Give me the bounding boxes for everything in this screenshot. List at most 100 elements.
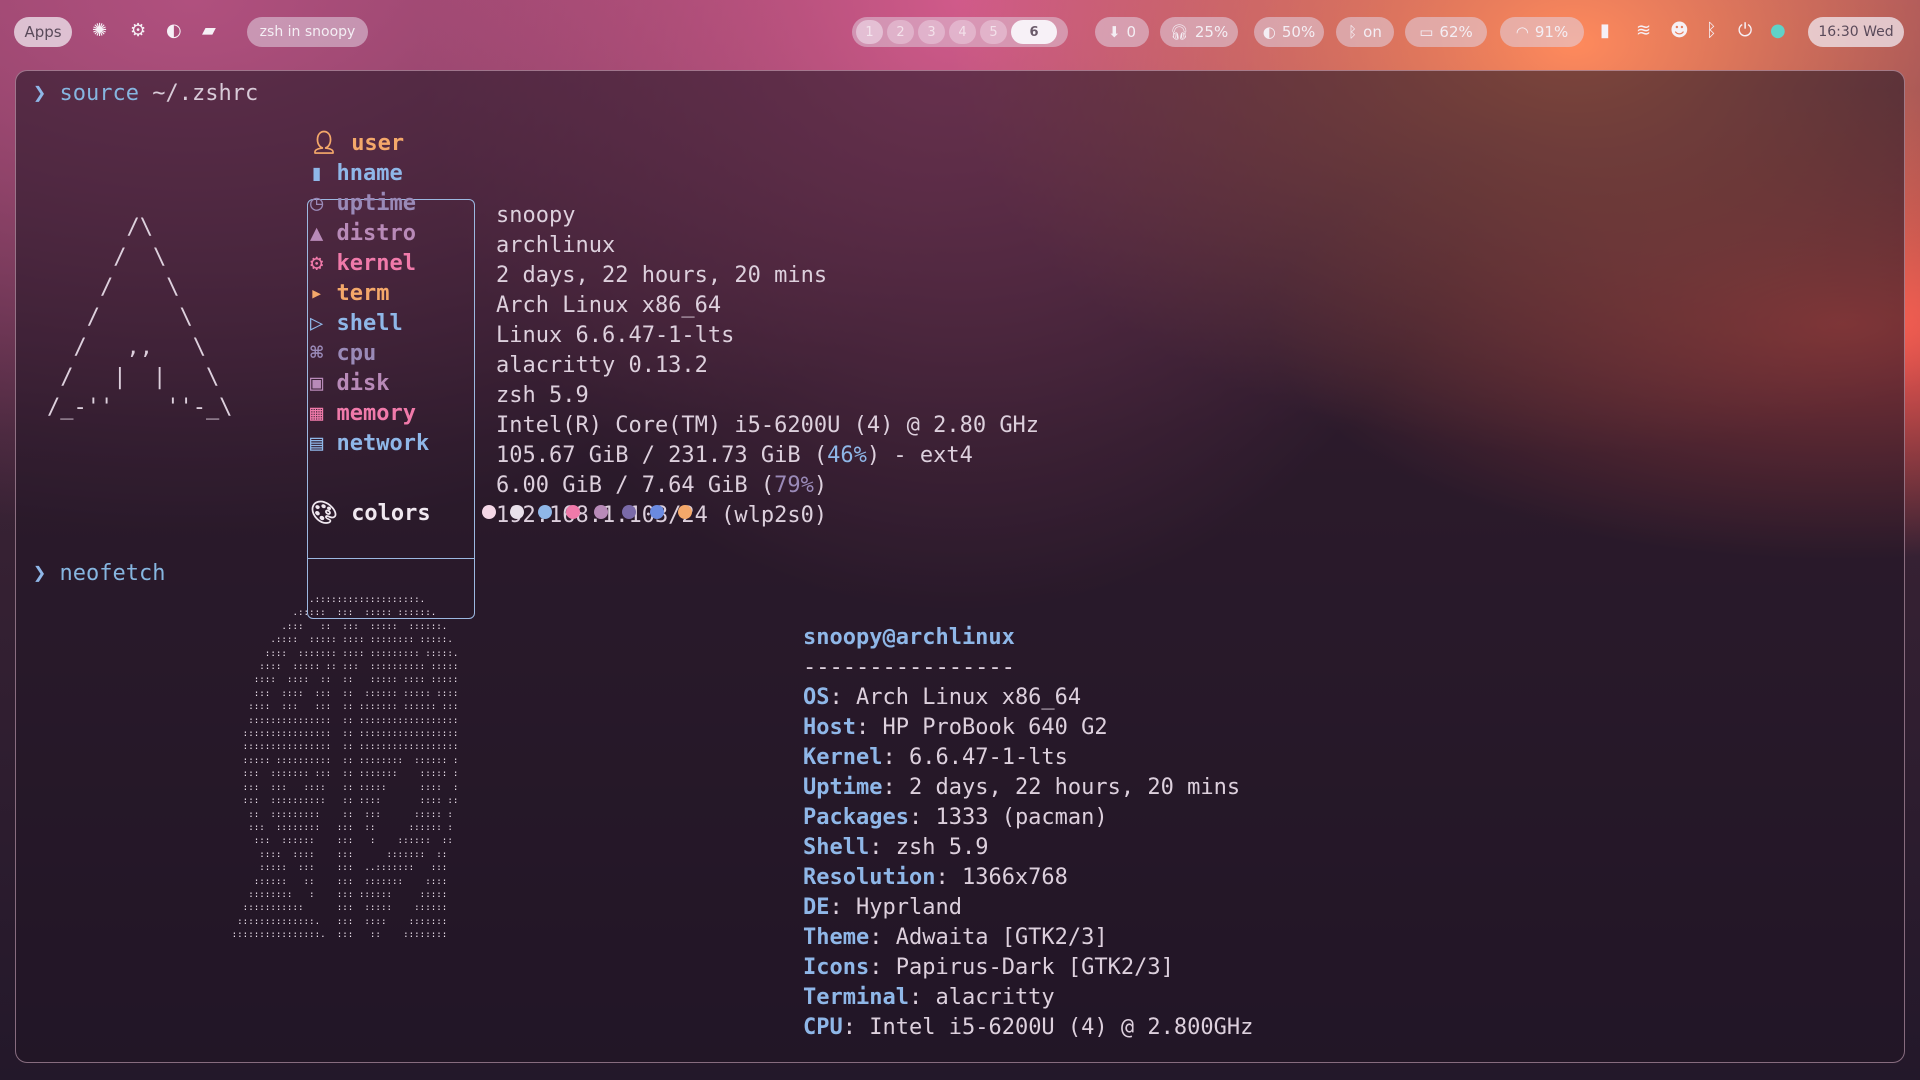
- workspace-1[interactable]: 1: [856, 20, 883, 44]
- neofetch-row-resolution: Resolution: 1366x768: [803, 865, 1068, 890]
- apps-button[interactable]: Apps: [14, 17, 72, 47]
- colors-label: colors: [351, 501, 431, 526]
- terminal-window[interactable]: ❯ source ~/.zshrc /\ / \ / \ / \ / ,, \ …: [15, 70, 1905, 1063]
- night-light-icon[interactable]: ◐: [166, 20, 182, 41]
- disk-text: 105.67 GiB / 231.73 GiB (: [496, 443, 828, 468]
- neofetch-row-kernel: Kernel: 6.6.47-1-lts: [803, 745, 1068, 770]
- battery-indicator[interactable]: ▭ 62%: [1405, 17, 1487, 47]
- value-shell: zsh 5.9: [496, 383, 589, 408]
- value-distro: Arch Linux x86_64: [496, 293, 722, 318]
- fetch-key-memory: ▦ memory: [310, 401, 416, 426]
- window-title: zsh in snoopy: [247, 17, 368, 47]
- term-icon: ▸: [310, 281, 324, 306]
- prompt-symbol: ❯: [33, 81, 47, 106]
- palette-dot-2: [510, 505, 524, 519]
- fetch-key-label: user: [351, 131, 405, 156]
- headphones-icon: 🎧︎: [1169, 23, 1189, 41]
- command-word: source: [59, 81, 139, 106]
- neofetch-row-shell: Shell: zsh 5.9: [803, 835, 989, 860]
- neofetch-value: 1366x768: [961, 865, 1068, 890]
- bluetooth-indicator[interactable]: ᛒ on: [1336, 17, 1394, 47]
- value-uptime: 2 days, 22 hours, 20 mins: [496, 263, 828, 288]
- brightness-icon: ◐: [1262, 23, 1276, 41]
- fetch-key-label: disk: [336, 371, 390, 396]
- neofetch-value: 1333 (pacman): [935, 805, 1108, 830]
- value-kernel: Linux 6.6.47-1-lts: [496, 323, 735, 348]
- value-memory: 6.00 GiB / 7.64 GiB (79%): [496, 473, 827, 498]
- brightness-indicator[interactable]: ◐ 50%: [1254, 17, 1324, 47]
- neofetch-row-host: Host: HP ProBook 640 G2: [803, 715, 1108, 740]
- wifi-icon: ◠: [1515, 23, 1529, 41]
- shell-icon: ▷: [310, 311, 324, 336]
- memory-icon: ▦: [310, 401, 324, 426]
- neofetch-row-terminal: Terminal: alacritty: [803, 985, 1055, 1010]
- neofetch-key: Icons: [803, 955, 870, 980]
- workspace-2[interactable]: 2: [887, 20, 914, 44]
- workspace-3[interactable]: 3: [918, 20, 945, 44]
- fetch-key-distro: ▲ distro: [310, 221, 416, 246]
- discord-icon[interactable]: ☻: [1670, 20, 1689, 41]
- neofetch-value: Arch Linux x86_64: [856, 685, 1082, 710]
- value-user: snoopy: [496, 203, 576, 228]
- neofetch-key: OS: [803, 685, 830, 710]
- status-dot-icon[interactable]: ●: [1770, 20, 1786, 41]
- neofetch-key: DE: [803, 895, 830, 920]
- power-icon[interactable]: ⏻: [1738, 20, 1752, 41]
- fetch-key-label: shell: [336, 311, 403, 336]
- workspace-switcher: 1 2 3 4 5 6: [852, 17, 1068, 47]
- fetch-key-user: 👤︎ user: [310, 131, 404, 156]
- neofetch-value: 6.6.47-1-lts: [908, 745, 1068, 770]
- palette-dot-1: [482, 505, 496, 519]
- updates-count: 0: [1126, 23, 1137, 41]
- fetch-key-label: memory: [336, 401, 416, 426]
- neofetch-key: Host: [803, 715, 856, 740]
- neofetch-row-theme: Theme: Adwaita [GTK2/3]: [803, 925, 1108, 950]
- network-icon: ▤: [310, 431, 324, 456]
- palette-dot-6: [622, 505, 636, 519]
- palette-dot-5: [594, 505, 608, 519]
- neofetch-key: Resolution: [803, 865, 936, 890]
- neofetch-key: CPU: [803, 1015, 843, 1040]
- hname-icon: ▮: [310, 161, 324, 186]
- bluetooth-tray-icon[interactable]: ᛒ: [1706, 20, 1717, 41]
- colors-key: 🎨︎ colors: [310, 501, 431, 526]
- wifi-indicator[interactable]: ◠ 91%: [1500, 17, 1584, 47]
- layers-icon[interactable]: ≋: [1636, 20, 1651, 41]
- uptime-icon: ◷: [310, 191, 324, 216]
- value-cpu: Intel(R) Core(TM) i5-6200U (4) @ 2.80 GH…: [496, 413, 1040, 438]
- fetch-key-label: hname: [336, 161, 403, 186]
- neofetch-value: alacritty: [935, 985, 1055, 1010]
- neofetch-key: Theme: [803, 925, 870, 950]
- bar-chart-icon[interactable]: ▮: [1600, 20, 1610, 41]
- workspace-6[interactable]: 6: [1011, 20, 1057, 44]
- arch-ascii-logo: /\ / \ / \ / \ / ,, \ / | | \ /_-'' ''-_…: [47, 215, 233, 420]
- palette-dot-8: [678, 505, 692, 519]
- neofetch-row-os: OS: Arch Linux x86_64: [803, 685, 1082, 710]
- neofetch-value: zsh 5.9: [895, 835, 989, 860]
- palette-dot-7: [650, 505, 664, 519]
- fetch-key-label: kernel: [336, 251, 416, 276]
- clock[interactable]: 16:30 Wed: [1808, 17, 1904, 47]
- bluetooth-status: on: [1363, 23, 1382, 41]
- value-term: alacritty 0.13.2: [496, 353, 708, 378]
- box-separator: [308, 558, 474, 559]
- fetch-key-label: distro: [336, 221, 416, 246]
- bluetooth-icon: ᛒ: [1348, 23, 1358, 41]
- settings-gear-icon[interactable]: ⚙: [130, 20, 146, 41]
- battery-value: 62%: [1439, 23, 1473, 41]
- updates-indicator[interactable]: ⬇ 0: [1095, 17, 1149, 47]
- workspace-4[interactable]: 4: [949, 20, 976, 44]
- neofetch-row-cpu: CPU: Intel i5-6200U (4) @ 2.800GHz: [803, 1015, 1254, 1040]
- neofetch-row-packages: Packages: 1333 (pacman): [803, 805, 1108, 830]
- top-bar: Apps ✺ ⚙ ◐ ▰ zsh in snoopy 1 2 3 4 5 6 ⬇…: [0, 0, 1920, 64]
- fetch-key-cpu: ⌘ cpu: [310, 341, 376, 366]
- volume-indicator[interactable]: 🎧︎ 25%: [1160, 17, 1238, 47]
- workspace-5[interactable]: 5: [980, 20, 1007, 44]
- folder-icon[interactable]: ▰: [202, 20, 216, 41]
- prompt-symbol-2: ❯: [33, 561, 47, 586]
- volume-value: 25%: [1194, 23, 1229, 41]
- neofetch-row-de: DE: Hyprland: [803, 895, 962, 920]
- ascii-portrait: .:::::::::::::::::::. .::::: ::: ::::: :…: [231, 594, 459, 941]
- openai-icon[interactable]: ✺: [92, 20, 107, 41]
- command-word-2: neofetch: [59, 561, 166, 586]
